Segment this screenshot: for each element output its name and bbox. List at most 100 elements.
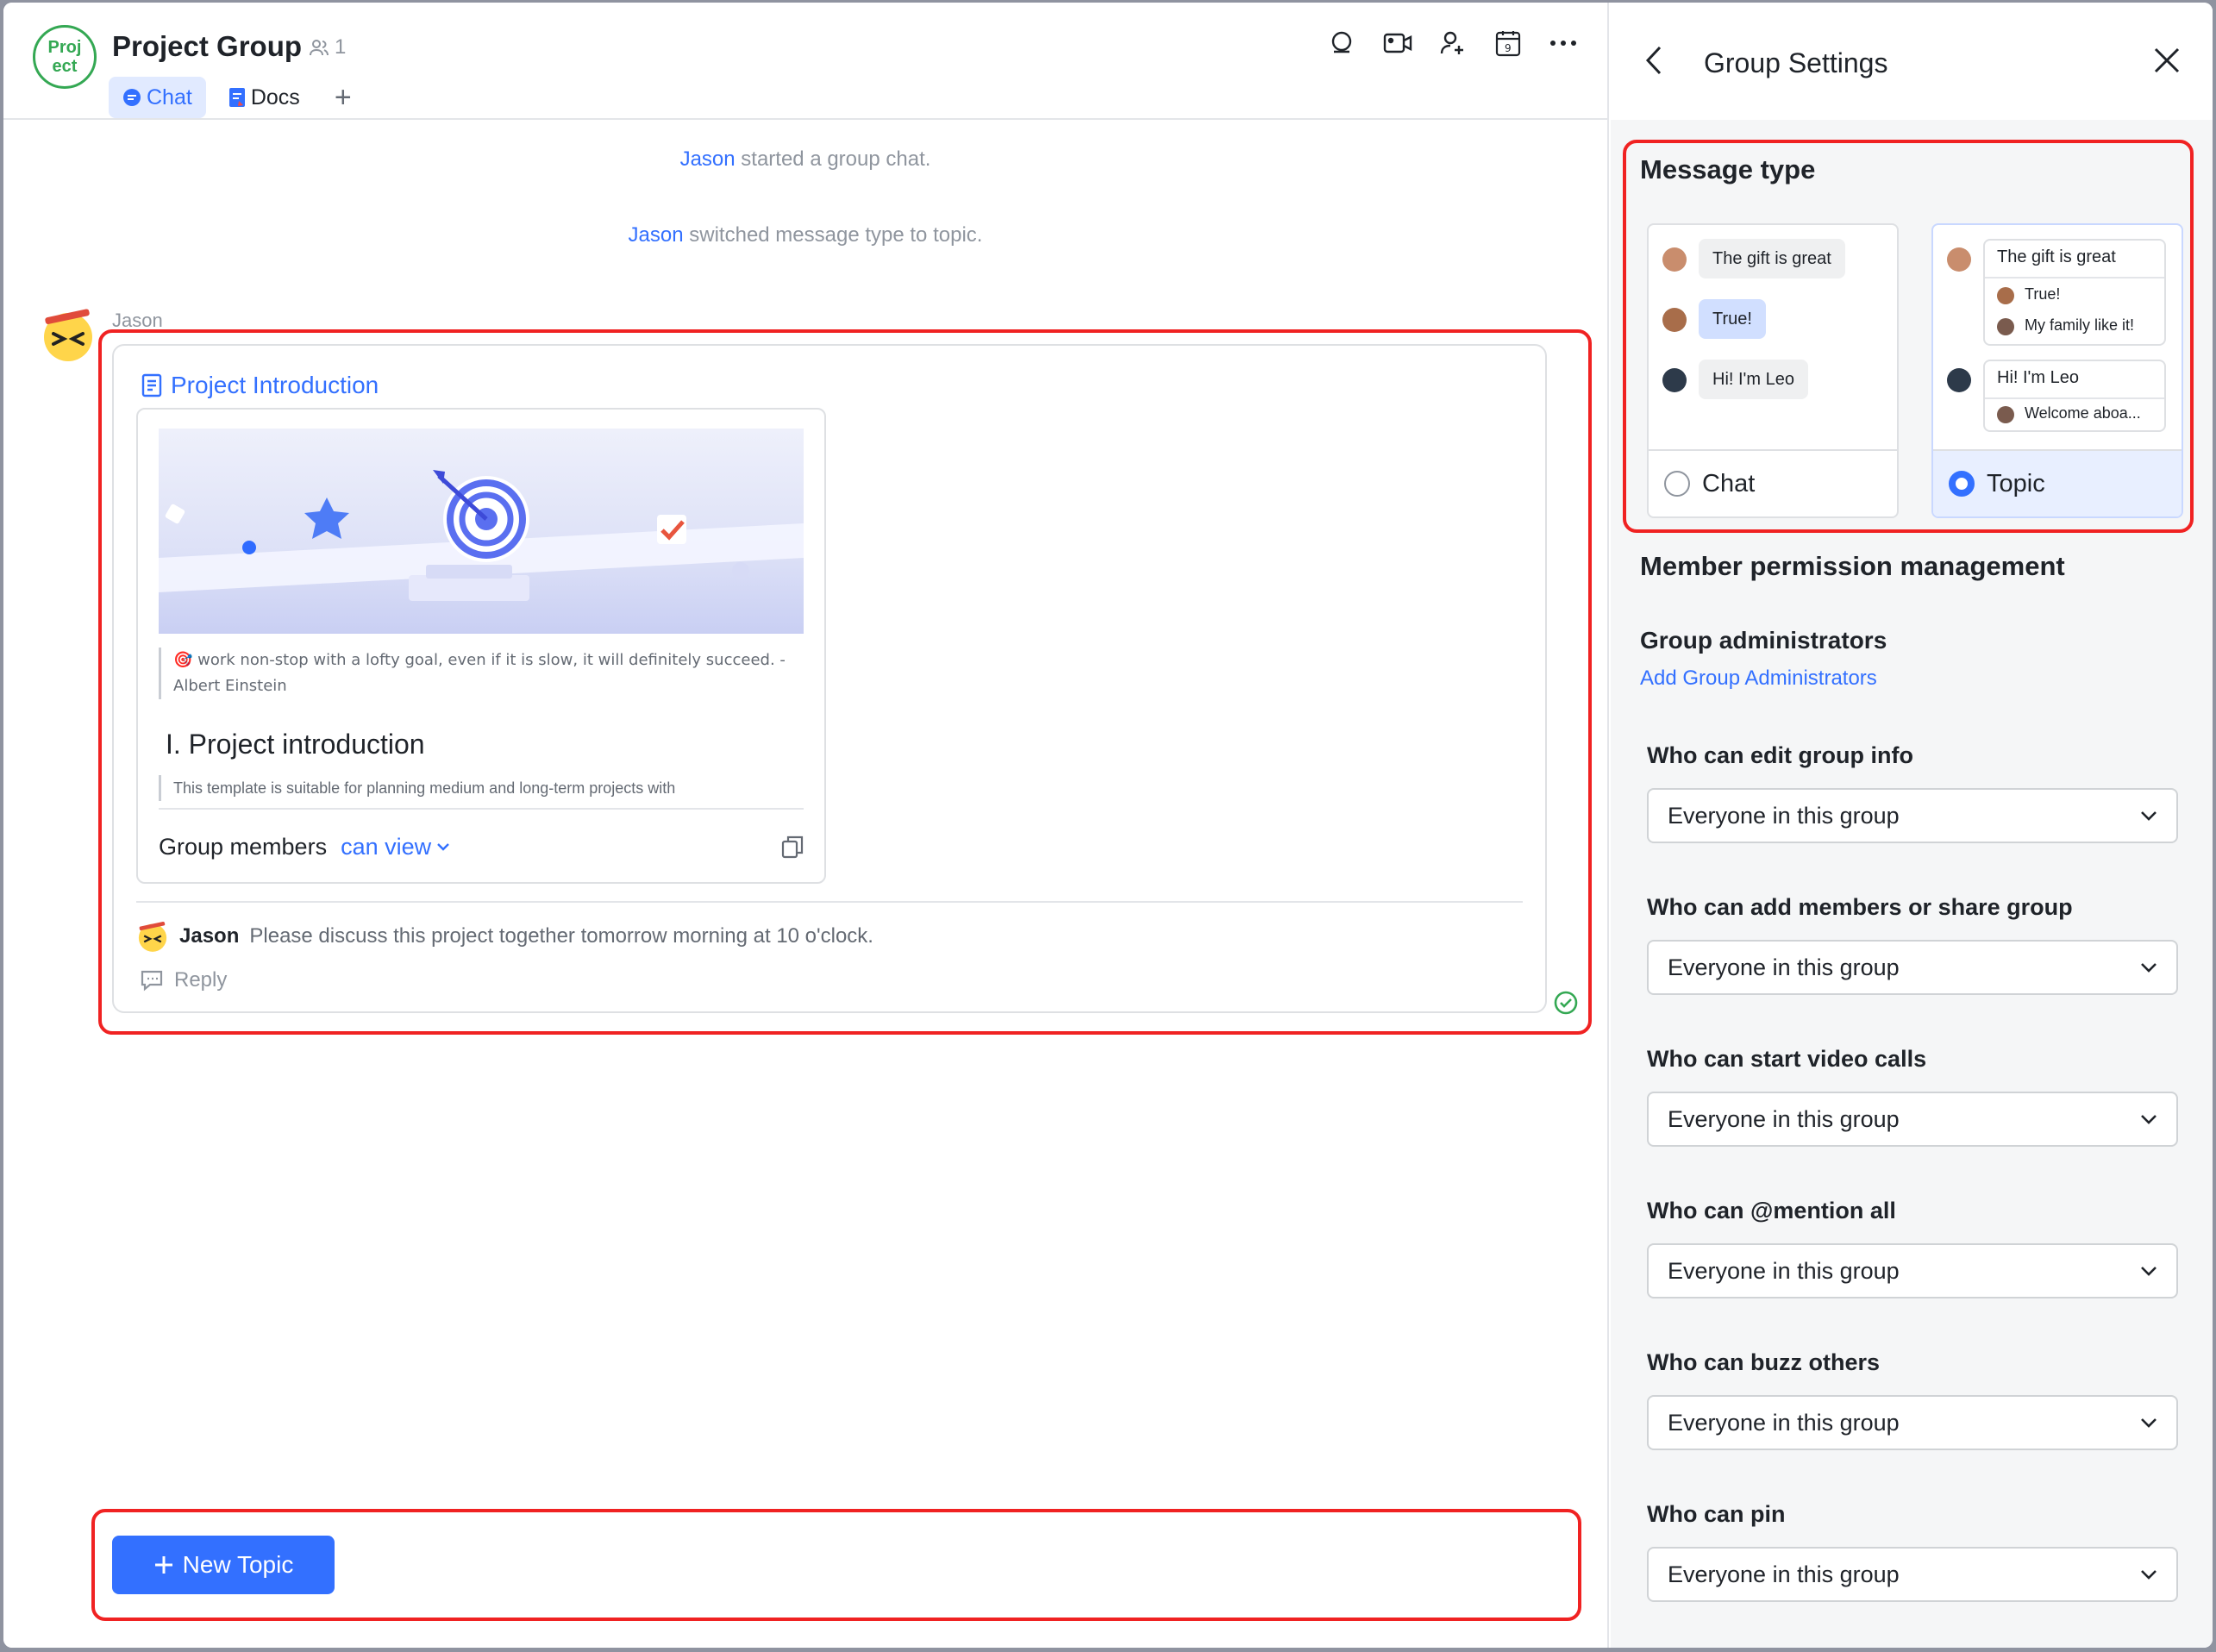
mini-avatar — [1947, 247, 1971, 272]
edit-group-info-label: Who can edit group info — [1647, 742, 1913, 768]
add-member-icon[interactable] — [1438, 28, 1468, 58]
topic-radio[interactable] — [1949, 471, 1975, 497]
group-settings-panel: Group Settings Message type The gift is … — [1611, 3, 2213, 1648]
tab-docs-label: Docs — [250, 84, 300, 110]
close-icon[interactable] — [2154, 47, 2180, 73]
thread-title: The gift is great — [1997, 247, 2116, 266]
card-divider — [136, 901, 1523, 903]
video-calls-select[interactable]: Everyone in this group — [1647, 1092, 2178, 1147]
chevron-down-icon — [2141, 1267, 2157, 1276]
chat-option-label: Chat — [1702, 469, 1756, 497]
mini-avatar — [1947, 368, 1971, 392]
copy-icon[interactable] — [781, 835, 804, 859]
chevron-down-icon — [2141, 1418, 2157, 1428]
preview-bubble: The gift is great — [1699, 239, 1845, 278]
document-icon — [141, 373, 162, 397]
new-topic-button[interactable]: New Topic — [112, 1536, 335, 1594]
thread-reply: My family like it! — [2025, 316, 2135, 334]
search-icon[interactable] — [1328, 28, 1357, 58]
select-value: Everyone in this group — [1668, 1257, 1900, 1284]
preview-thread: The gift is great True! My family like i… — [1983, 239, 2166, 346]
select-value: Everyone in this group — [1668, 1105, 1900, 1132]
thread-reply: Welcome aboa... — [2025, 404, 2141, 422]
topic-option-footer: Topic — [1933, 449, 2182, 516]
tab-chat[interactable]: Chat — [109, 77, 206, 118]
chat-radio[interactable] — [1664, 471, 1690, 497]
group-title[interactable]: Project Group — [112, 30, 302, 63]
mention-all-select[interactable]: Everyone in this group — [1647, 1243, 2178, 1298]
sender-avatar[interactable] — [40, 306, 97, 363]
add-members-select[interactable]: Everyone in this group — [1647, 940, 2178, 995]
system-message-switched: Jason switched message type to topic. — [3, 223, 1607, 247]
new-topic-label: New Topic — [182, 1551, 294, 1578]
settings-title: Group Settings — [1704, 47, 1888, 78]
topic-preview: The gift is great True! My family like i… — [1933, 225, 2182, 451]
app-window: Proj ect Project Group 1 Chat Docs + 9 J… — [3, 3, 2213, 1648]
mini-avatar — [1997, 406, 2014, 423]
reply-button[interactable]: Reply — [140, 968, 227, 992]
doc-permission-row: Group members can view — [159, 808, 804, 882]
read-status-icon — [1554, 991, 1578, 1015]
reply-text: Please discuss this project together tom… — [249, 924, 873, 948]
select-value: Everyone in this group — [1668, 954, 1900, 980]
message-type-topic-option[interactable]: The gift is great True! My family like i… — [1931, 223, 2183, 518]
svg-text:9: 9 — [1505, 42, 1512, 54]
add-group-admins-link[interactable]: Add Group Administrators — [1640, 666, 1877, 691]
doc-link[interactable]: Project Introduction — [141, 372, 379, 399]
mini-avatar — [1662, 247, 1687, 272]
video-call-icon[interactable] — [1383, 28, 1412, 58]
thread-divider — [1985, 397, 2164, 399]
video-calls-label: Who can start video calls — [1647, 1046, 1927, 1072]
topic-option-label: Topic — [1987, 469, 2045, 497]
chevron-down-icon — [2141, 963, 2157, 973]
member-count-value: 1 — [335, 35, 347, 59]
buzz-others-select[interactable]: Everyone in this group — [1647, 1395, 2178, 1450]
member-count[interactable]: 1 — [309, 35, 346, 59]
chat-pane: Proj ect Project Group 1 Chat Docs + 9 J… — [3, 3, 1609, 1648]
preview-bubble: Hi! I'm Leo — [1699, 360, 1808, 399]
preview-thread: Hi! I'm Leo Welcome aboa... — [1983, 360, 2166, 432]
topic-card[interactable]: Project Introduction 🎯 work non-stop wit… — [112, 344, 1547, 1013]
select-value: Everyone in this group — [1668, 1409, 1900, 1436]
permission-label: Group members — [159, 833, 328, 860]
system-message-started: Jason started a group chat. — [3, 147, 1607, 172]
select-value: Everyone in this group — [1668, 802, 1900, 829]
edit-group-info-select[interactable]: Everyone in this group — [1647, 788, 2178, 843]
doc-preview[interactable]: 🎯 work non-stop with a lofty goal, even … — [136, 408, 826, 884]
doc-body-text: This template is suitable for planning m… — [159, 775, 804, 801]
calendar-icon[interactable]: 9 — [1493, 28, 1523, 58]
mini-avatar — [1997, 287, 2014, 304]
group-admins-title: Group administrators — [1640, 627, 1887, 654]
message-type-chat-option[interactable]: The gift is great True! Hi! I'm Leo Chat — [1647, 223, 1899, 518]
chevron-down-icon — [2141, 1570, 2157, 1580]
back-icon[interactable] — [1645, 46, 1662, 75]
docs-icon — [228, 88, 245, 107]
add-tab-button[interactable]: + — [322, 77, 364, 118]
doc-heading: I. Project introduction — [166, 729, 425, 760]
chat-tabs: Chat Docs + — [109, 77, 364, 118]
reply-icon — [141, 970, 163, 992]
more-icon[interactable] — [1549, 28, 1578, 58]
reply-author[interactable]: Jason — [179, 924, 239, 948]
tab-docs[interactable]: Docs — [215, 77, 314, 118]
latest-reply[interactable]: Jason Please discuss this project togeth… — [136, 920, 873, 953]
member-permission-heading: Member permission management — [1640, 551, 2065, 581]
system-message-user[interactable]: Jason — [629, 223, 684, 247]
pin-label: Who can pin — [1647, 1501, 1786, 1527]
doc-title: Project Introduction — [171, 372, 379, 398]
doc-quote: 🎯 work non-stop with a lofty goal, even … — [159, 648, 804, 699]
permission-dropdown[interactable]: can view — [341, 834, 450, 860]
chat-option-footer: Chat — [1649, 449, 1897, 516]
select-value: Everyone in this group — [1668, 1561, 1900, 1587]
system-message-text: switched message type to topic. — [689, 223, 983, 247]
system-message-user[interactable]: Jason — [680, 147, 736, 171]
target-emoji-icon: 🎯 — [173, 651, 193, 669]
doc-banner-image — [159, 429, 804, 634]
chat-bubble-icon — [123, 89, 141, 106]
sender-name[interactable]: Jason — [112, 310, 163, 332]
group-avatar[interactable]: Proj ect — [33, 25, 97, 89]
header-toolbar: 9 — [1328, 28, 1578, 58]
thread-title: Hi! I'm Leo — [1997, 368, 2079, 387]
reply-label: Reply — [174, 968, 228, 992]
pin-select[interactable]: Everyone in this group — [1647, 1547, 2178, 1602]
